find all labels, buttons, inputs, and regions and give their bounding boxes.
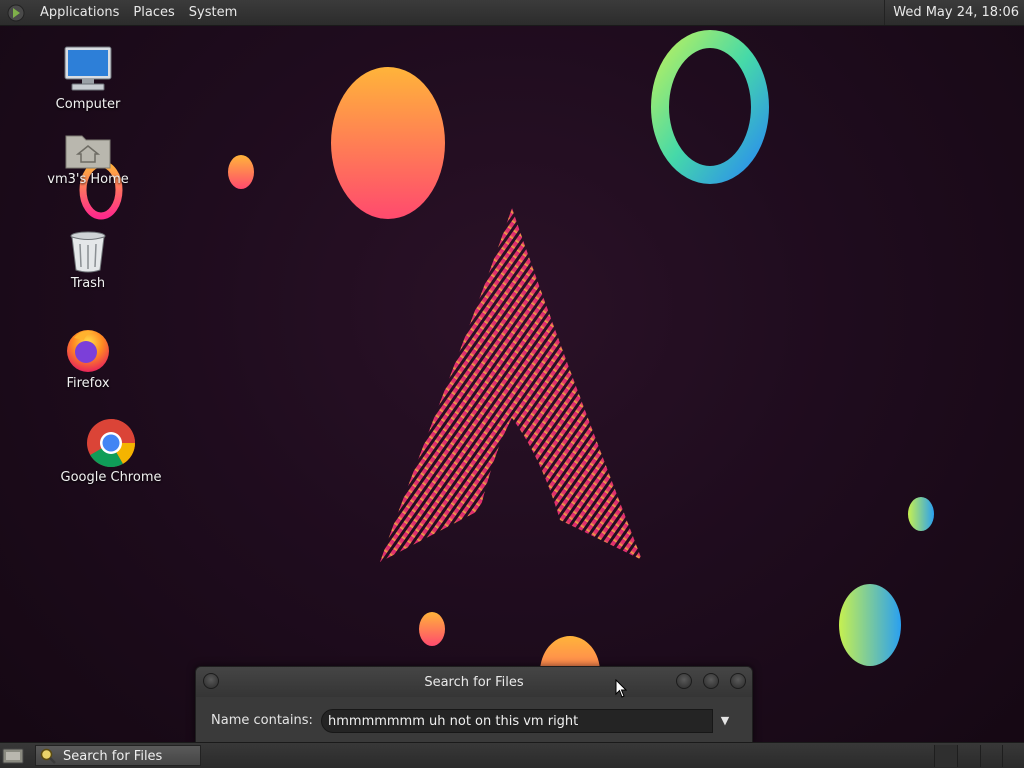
dialog-title: Search for Files [424,675,524,690]
system-menu[interactable]: System [182,0,244,25]
taskbar-item-label: Search for Files [63,749,163,764]
workspace-4[interactable] [1002,745,1024,767]
dialog-titlebar[interactable]: Search for Files [196,667,752,697]
main-menu-icon[interactable] [7,4,25,22]
name-contains-row: Name contains: ▼ [196,707,752,737]
desktop-icon-chrome[interactable]: Google Chrome [51,418,171,485]
search-icon [40,748,56,764]
close-button[interactable] [730,673,746,689]
desktop-icon-trash[interactable]: Trash [28,230,148,291]
maximize-button[interactable] [703,673,719,689]
applications-menu[interactable]: Applications [33,0,126,25]
wallpaper [0,26,1024,742]
workspace-3[interactable] [980,745,1003,767]
bottom-panel: Search for Files [0,742,1024,768]
workspace-2[interactable] [957,745,980,767]
minimize-button[interactable] [676,673,692,689]
taskbar-item-search-for-files[interactable]: Search for Files [35,745,201,766]
desktop-icon-label: Computer [55,97,121,112]
chevron-down-icon: ▼ [720,714,730,727]
desktop-icon-home[interactable]: vm3's Home [28,130,148,187]
history-dropdown-button[interactable]: ▼ [713,709,737,733]
chrome-icon [87,419,135,468]
desktop-icon-computer[interactable]: Computer [28,45,148,112]
desktop-icon-label: Trash [70,276,106,291]
workspace-1[interactable] [934,745,957,767]
show-desktop-icon[interactable] [2,746,24,766]
wallpaper-art [79,30,934,708]
name-contains-label: Name contains: [211,713,313,728]
home-folder-icon [65,135,111,169]
desktop-icon-firefox[interactable]: Firefox [28,326,148,391]
trash-icon [70,231,106,273]
mouse-cursor-icon [615,679,627,698]
firefox-icon [67,330,109,372]
desktop-icon-label: vm3's Home [47,172,129,187]
search-for-files-dialog: Search for Files Name contains: ▼ [195,666,753,743]
computer-icon [64,46,112,91]
name-contains-input[interactable] [321,709,713,733]
places-menu[interactable]: Places [126,0,181,25]
top-panel: Applications Places System Wed May 24, 1… [0,0,1024,26]
clock[interactable]: Wed May 24, 18:06 [884,0,1024,25]
desktop-icon-label: Google Chrome [60,470,162,485]
desktop-icon-label: Firefox [66,376,110,391]
